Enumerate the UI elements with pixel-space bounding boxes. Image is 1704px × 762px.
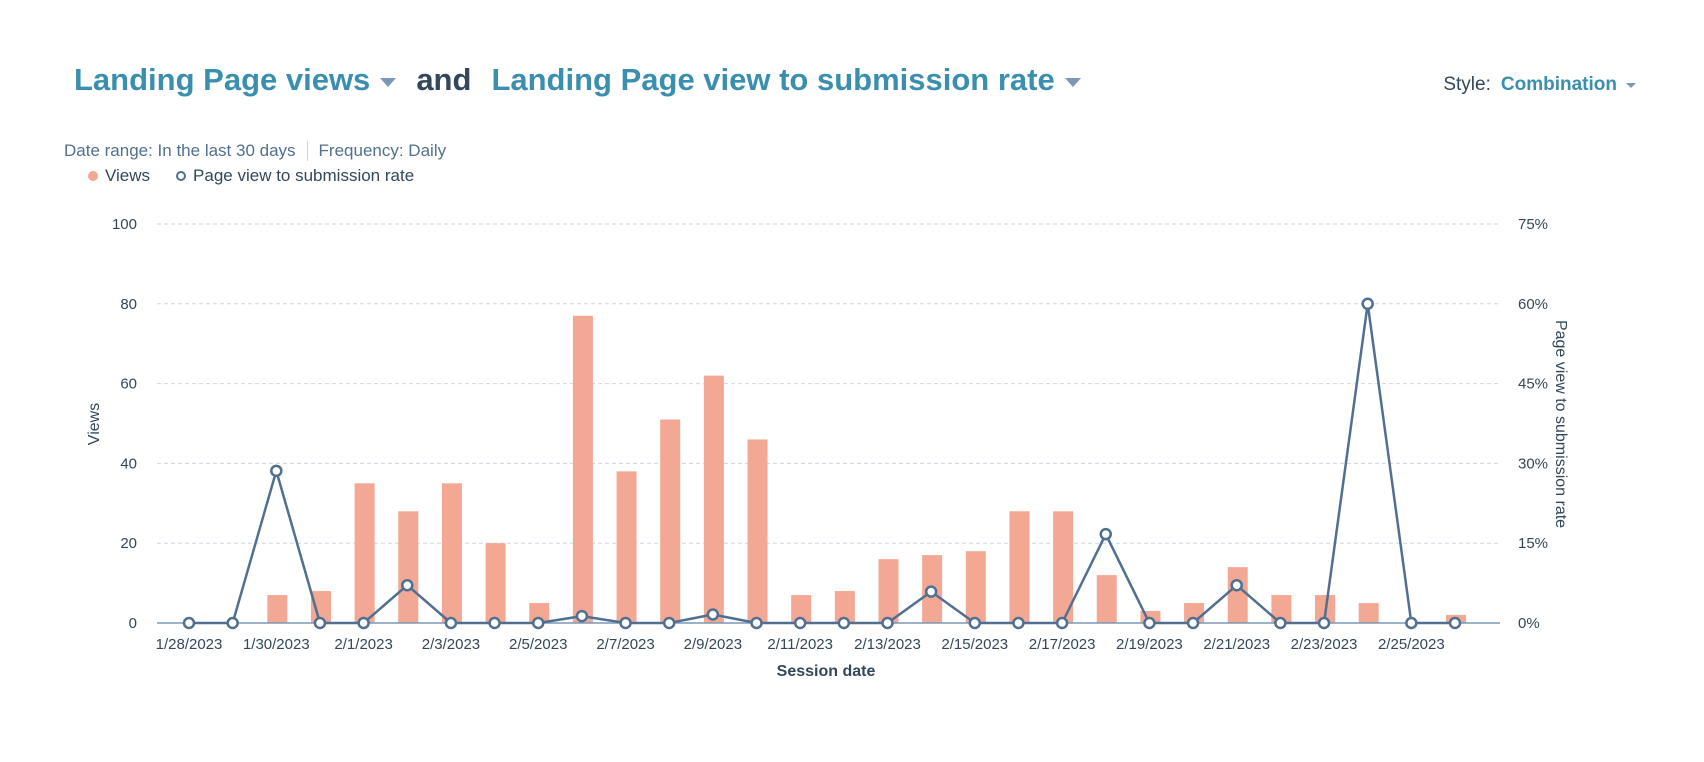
rate-point <box>924 585 938 598</box>
y-tick-right: 0% <box>1518 615 1540 632</box>
y-axis-left-title: Views <box>86 403 103 445</box>
views-bar <box>267 595 288 623</box>
views-bar <box>1358 603 1379 623</box>
y-tick-right: 30% <box>1518 455 1548 472</box>
rate-point <box>968 616 982 630</box>
views-bars <box>267 315 1466 623</box>
x-tick-label: 2/9/2023 <box>684 636 742 653</box>
views-bar <box>660 419 681 623</box>
y-tick-right: 15% <box>1518 535 1548 552</box>
rate-point <box>357 616 370 630</box>
x-tick-label: 2/11/2023 <box>767 636 833 653</box>
views-bar <box>616 471 637 623</box>
rate-point <box>1012 616 1025 630</box>
rate-point <box>1274 616 1287 630</box>
x-tick-label: 2/15/2023 <box>941 636 1008 653</box>
views-bar <box>354 483 375 623</box>
rate-point <box>1230 578 1243 592</box>
rate-point <box>575 609 589 623</box>
rate-point <box>531 616 545 630</box>
y-tick-left: 40 <box>120 455 137 472</box>
y-tick-left: 100 <box>112 216 137 233</box>
rate-point <box>182 616 196 630</box>
rate-point <box>1317 616 1331 630</box>
y-axis-right-title: Page view to submission rate <box>1552 320 1569 528</box>
rate-point <box>619 616 632 630</box>
views-bar <box>441 483 462 623</box>
y-tick-left: 20 <box>120 535 137 552</box>
views-bar <box>878 559 899 623</box>
y-tick-left: 60 <box>120 376 137 393</box>
views-bar <box>1227 567 1248 623</box>
rate-point <box>881 616 894 630</box>
y-tick-left: 0 <box>129 615 137 632</box>
x-tick-label: 1/30/2023 <box>243 636 310 653</box>
views-bar <box>965 551 986 623</box>
y-axis-left: 0 20 40 60 80 100 <box>112 216 137 632</box>
rate-point <box>1143 616 1156 630</box>
views-bar <box>398 511 419 623</box>
rate-point <box>444 616 458 630</box>
x-tick-label: 2/21/2023 <box>1203 636 1270 653</box>
rate-point <box>1186 616 1200 630</box>
x-tick-label: 2/3/2023 <box>422 636 480 653</box>
rate-point <box>1055 616 1069 630</box>
rate-point <box>226 616 239 630</box>
y-tick-right: 75% <box>1518 216 1548 233</box>
rate-point <box>1448 616 1462 630</box>
rate-point <box>750 616 763 630</box>
y-tick-left: 80 <box>120 296 137 313</box>
x-tick-label: 2/25/2023 <box>1378 636 1445 653</box>
rate-point <box>488 616 501 630</box>
x-tick-label: 2/1/2023 <box>334 636 392 653</box>
y-tick-right: 45% <box>1518 376 1548 393</box>
rate-point <box>706 608 720 621</box>
rate-point <box>313 616 327 630</box>
x-tick-label: 2/19/2023 <box>1116 636 1183 653</box>
y-axis-right: 0% 15% 30% 45% 60% 75% <box>1518 216 1548 632</box>
x-axis-title: Session date <box>777 663 876 680</box>
rate-point <box>1099 527 1113 541</box>
rate-point <box>270 464 283 478</box>
rate-point <box>662 616 676 630</box>
views-bar <box>485 543 506 623</box>
x-tick-label: 2/7/2023 <box>596 636 654 653</box>
rate-point <box>401 578 414 592</box>
y-tick-right: 60% <box>1518 296 1548 313</box>
rate-point <box>837 616 851 630</box>
x-tick-label: 2/17/2023 <box>1029 636 1096 653</box>
combination-chart: 0 20 40 60 80 100 0% 15% 30% 45% 60% 75% 1/28/2023… <box>86 216 1569 680</box>
views-bar <box>572 315 593 623</box>
x-tick-label: 1/28/2023 <box>156 636 223 653</box>
views-bar <box>1009 511 1030 623</box>
views-bar <box>747 439 768 623</box>
rate-point <box>1405 616 1418 630</box>
rate-point <box>793 616 807 630</box>
x-tick-label: 2/13/2023 <box>854 636 921 653</box>
views-bar <box>1096 575 1117 623</box>
x-tick-label: 2/5/2023 <box>509 636 567 653</box>
x-axis-ticks: 1/28/2023 1/30/2023 2/1/2023 2/3/2023 2/5/20… <box>156 636 1445 653</box>
views-bar <box>703 375 724 623</box>
rate-point <box>1361 297 1374 311</box>
x-tick-label: 2/23/2023 <box>1291 636 1358 653</box>
